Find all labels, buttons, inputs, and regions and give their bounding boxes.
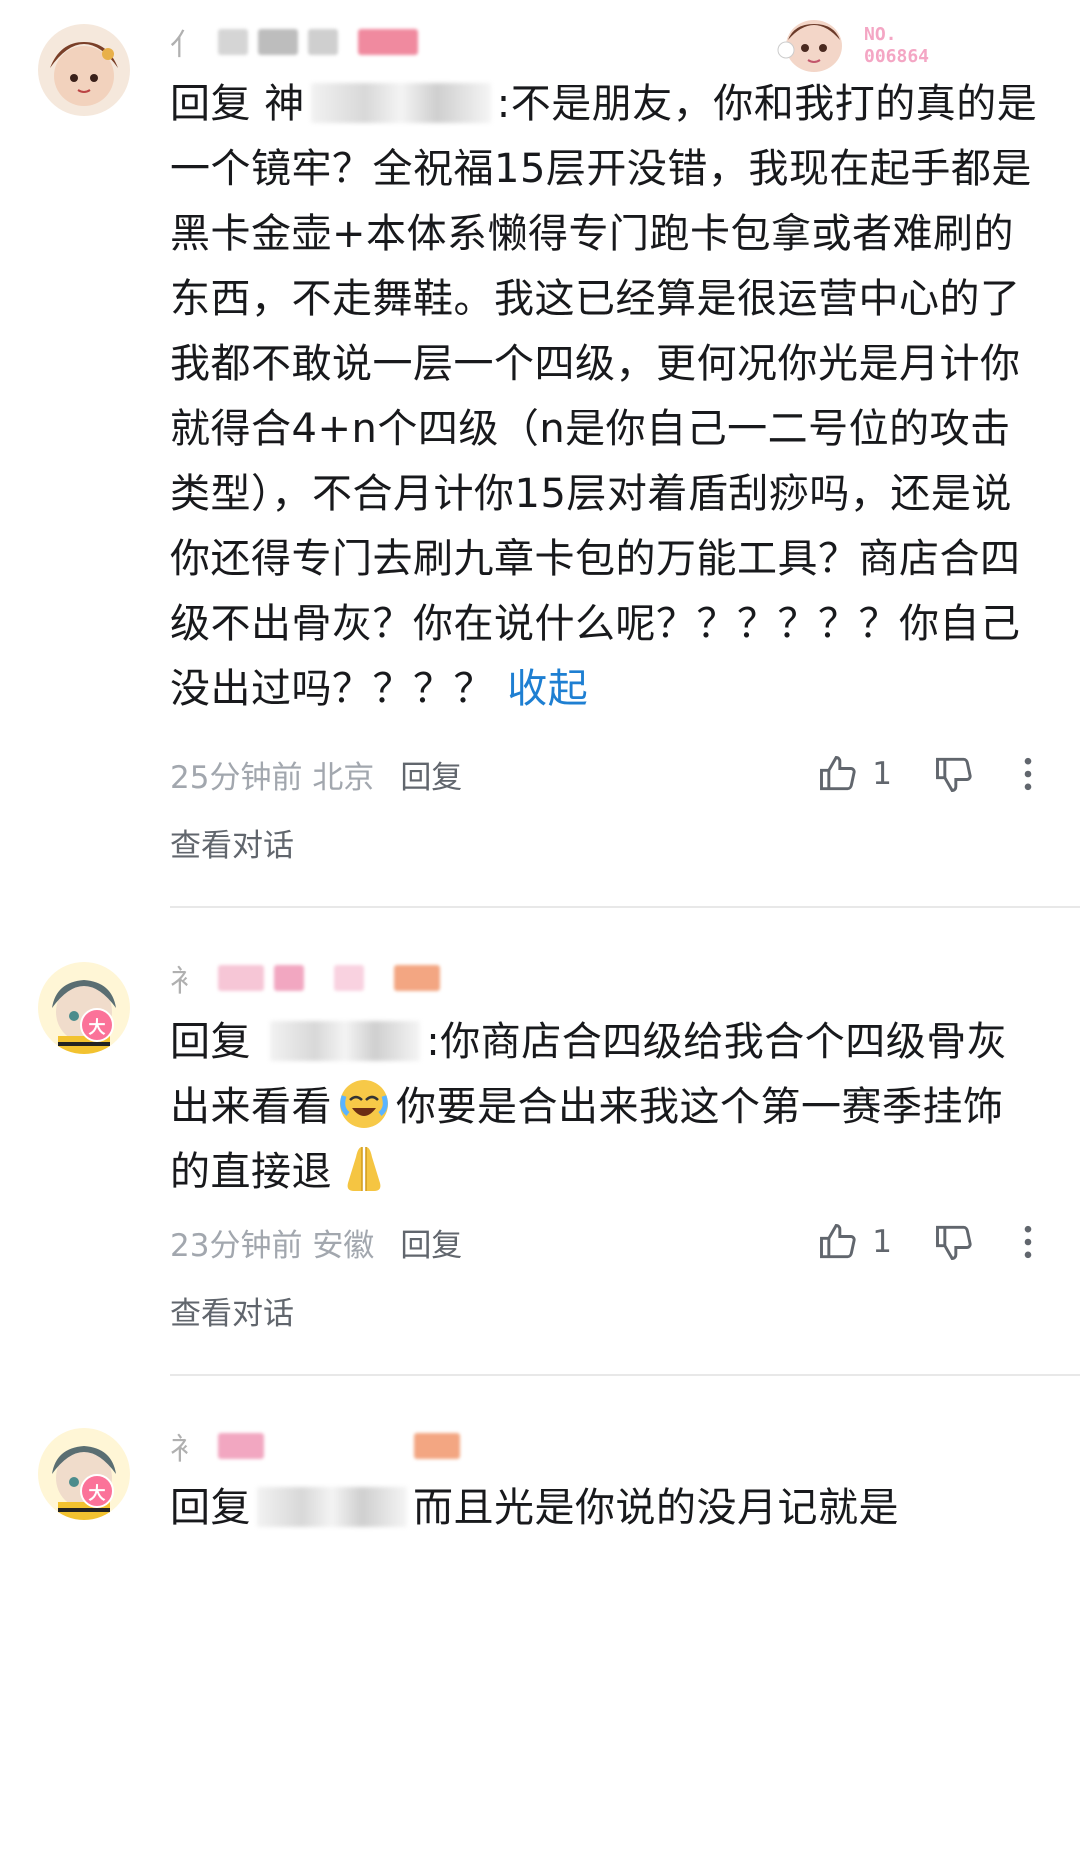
badge-line1: NO. (864, 24, 897, 45)
mentioned-user[interactable] (270, 1021, 421, 1061)
vip-badge: 大 (80, 1474, 114, 1508)
thumbs-down-icon (936, 757, 972, 792)
praying-hands-emoji (347, 1147, 381, 1191)
reply-prefix: 回复 (170, 1485, 251, 1531)
like-count: 1 (872, 1224, 892, 1260)
mentioned-user[interactable] (257, 1487, 407, 1527)
username[interactable]: 衤 (170, 960, 450, 999)
badge-line2: 006864 (864, 46, 929, 67)
comment-body: 回复 :你商店合四级给我合个四级骨灰出来看看 你要是合出来我这个第一赛季挂饰的直接… (170, 1010, 1040, 1205)
like-button[interactable]: 1 (816, 1220, 892, 1264)
avatar[interactable] (38, 1428, 130, 1520)
dislike-button[interactable] (932, 1220, 976, 1264)
collapse-link[interactable]: 收起 (507, 666, 588, 712)
comment-meta: 25分钟前 北京 回复 1 (170, 752, 1050, 796)
dislike-button[interactable] (932, 752, 976, 796)
more-button[interactable] (1006, 1220, 1050, 1264)
comment-text: :不是朋友，你和我打的真的是一个镜牢？全祝福15层开没错，我现在起手都是黑卡金壶… (170, 81, 1038, 712)
more-button[interactable] (1006, 752, 1050, 796)
laughing-crying-emoji (340, 1080, 388, 1128)
reply-prefix: 回复 神 (170, 81, 305, 127)
more-vertical-icon (1024, 1225, 1032, 1259)
comment-meta: 23分钟前 安徽 回复 1 (170, 1220, 1050, 1264)
reply-prefix: 回复 (170, 1019, 265, 1065)
like-count: 1 (872, 756, 892, 792)
avatar[interactable] (38, 962, 130, 1054)
comment-body: 回复 神:不是朋友，你和我打的真的是一个镜牢？全祝福15层开没错，我现在起手都是… (170, 72, 1040, 722)
comment-actions: 1 (816, 752, 1050, 796)
comment-actions: 1 (816, 1220, 1050, 1264)
mentioned-user[interactable] (310, 83, 491, 123)
thumbs-up-icon (820, 756, 856, 791)
comment-time: 25分钟前 北京 (170, 759, 375, 796)
divider (170, 906, 1080, 908)
more-vertical-icon (1024, 757, 1032, 791)
username[interactable]: 亻 (170, 24, 428, 63)
divider (170, 1374, 1080, 1376)
view-conversation-link[interactable]: 查看对话 (170, 820, 294, 865)
fan-badge: NO. 006864 (774, 10, 984, 80)
thumbs-down-icon (936, 1225, 972, 1260)
reply-button[interactable]: 回复 (400, 752, 462, 797)
comment-body: 回复 而且光是你说的没月记就是 (170, 1476, 1040, 1541)
thumbs-up-icon (820, 1224, 856, 1259)
reply-button[interactable]: 回复 (400, 1220, 462, 1265)
view-conversation-link[interactable]: 查看对话 (170, 1288, 294, 1333)
vip-badge: 大 (80, 1008, 114, 1042)
username[interactable]: 衤 (170, 1428, 470, 1467)
comment-time: 23分钟前 安徽 (170, 1227, 375, 1264)
comment-text: 而且光是你说的没月记就是 (413, 1485, 899, 1531)
avatar[interactable] (38, 24, 130, 116)
like-button[interactable]: 1 (816, 752, 892, 796)
